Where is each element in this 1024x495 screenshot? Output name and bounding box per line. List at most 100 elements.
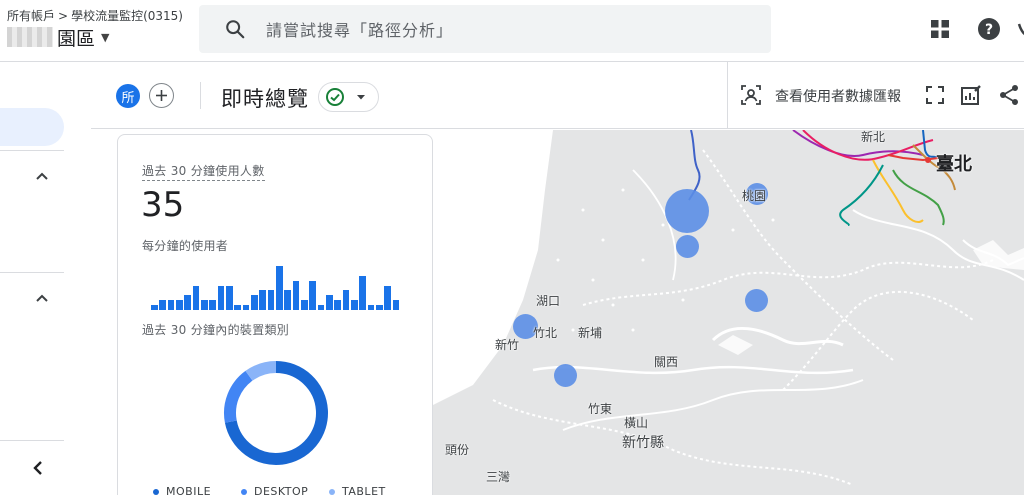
map-dot-hsinchu[interactable] xyxy=(554,364,577,387)
share-icon[interactable] xyxy=(997,83,1021,107)
per-minute-bar[interactable] xyxy=(201,300,208,310)
per-minute-bar[interactable] xyxy=(267,290,275,310)
caret-down-icon: ▼ xyxy=(101,30,110,44)
search-placeholder: 請嘗試搜尋「路徑分析」 xyxy=(266,21,454,40)
chevron-left-icon[interactable] xyxy=(30,460,46,476)
per-minute-bar[interactable] xyxy=(234,305,242,310)
report-header: 所 即時總覽 查看使用者數據匯報 xyxy=(91,62,1024,129)
legend-mobile: MOBILE xyxy=(153,485,211,495)
per-minute-bar[interactable] xyxy=(376,305,383,310)
chevron-up-icon[interactable] xyxy=(34,291,50,307)
realtime-map[interactable]: 新北 臺北 桃園 湖口 竹北 新埔 新竹 關西 竹東 橫山 新竹縣 頭份 三灣 xyxy=(433,130,1024,495)
place-label: 新竹 xyxy=(495,338,520,352)
breadcrumb-account[interactable]: 所有帳戶 xyxy=(7,9,55,23)
per-minute-bar[interactable] xyxy=(159,300,167,310)
per-minute-bar[interactable] xyxy=(242,305,250,310)
account-icon[interactable] xyxy=(1016,20,1024,40)
left-navigation xyxy=(0,62,91,495)
per-minute-bar[interactable] xyxy=(342,290,350,310)
per-minute-bar[interactable] xyxy=(226,285,233,310)
device-donut-chart[interactable] xyxy=(223,360,329,466)
per-minute-bar[interactable] xyxy=(301,300,308,310)
per-minute-bar[interactable] xyxy=(317,305,325,310)
legend-dot xyxy=(153,488,159,495)
per-minute-label: 每分鐘的使用者 xyxy=(142,239,229,253)
help-icon[interactable]: ? xyxy=(977,17,1001,41)
per-minute-bar[interactable] xyxy=(284,290,292,310)
place-label: 竹東 xyxy=(588,402,613,416)
per-minute-bar[interactable] xyxy=(292,280,300,310)
map-canvas xyxy=(433,130,1024,495)
breadcrumb-property[interactable]: 學校流量監控(0315) xyxy=(71,9,183,23)
actions-divider xyxy=(727,62,728,129)
place-label: 湖口 xyxy=(536,294,561,308)
per-minute-bar[interactable] xyxy=(151,305,158,310)
legend-label: TABLET xyxy=(342,485,386,495)
per-minute-bar[interactable] xyxy=(367,305,375,310)
place-label: 三灣 xyxy=(486,470,511,484)
per-minute-bar[interactable] xyxy=(217,285,225,310)
per-minute-bar[interactable] xyxy=(276,266,283,310)
chevron-up-icon[interactable] xyxy=(34,169,50,185)
add-comparison-button[interactable] xyxy=(149,83,174,108)
property-name: 園區 xyxy=(57,27,96,50)
place-label: 桃園 xyxy=(742,189,767,203)
per-minute-bar[interactable] xyxy=(359,275,367,310)
caret-down-icon xyxy=(357,95,365,100)
property-selector[interactable]: 園區 ▼ xyxy=(7,25,110,50)
donut-slice-tablet[interactable] xyxy=(245,361,277,381)
per-minute-bar-chart[interactable] xyxy=(151,260,401,310)
per-minute-bar[interactable] xyxy=(251,295,258,310)
per-minute-bar[interactable] xyxy=(259,290,267,310)
place-label: 關西 xyxy=(654,355,679,369)
redacted-text xyxy=(7,27,53,47)
place-label: 頭份 xyxy=(445,443,470,457)
place-label: 臺北 xyxy=(936,154,972,175)
donut-slice-desktop[interactable] xyxy=(224,370,253,423)
place-label: 竹北 xyxy=(533,326,558,340)
map-dot-taoyuan-small[interactable] xyxy=(676,235,699,258)
users-metric-label[interactable]: 過去 30 分鐘使用人數 xyxy=(142,162,265,181)
check-circle-icon xyxy=(326,88,344,106)
per-minute-bar[interactable] xyxy=(176,300,183,310)
device-category-label: 過去 30 分鐘內的裝置類別 xyxy=(142,323,290,337)
top-bar: 所有帳戶 > 學校流量監控(0315) 園區 ▼ 請嘗試搜尋「路徑分析」 ? xyxy=(0,0,1024,62)
search-bar[interactable]: 請嘗試搜尋「路徑分析」 xyxy=(199,5,771,53)
fullscreen-icon[interactable] xyxy=(923,83,947,107)
nav-divider xyxy=(0,150,64,151)
header-divider xyxy=(200,82,201,109)
map-dot-longtan[interactable] xyxy=(745,289,768,312)
edit-report-icon[interactable] xyxy=(959,83,983,107)
per-minute-bar[interactable] xyxy=(167,300,175,310)
svg-text:?: ? xyxy=(985,22,993,38)
breadcrumb-separator: > xyxy=(58,9,69,23)
per-minute-bar[interactable] xyxy=(351,300,358,310)
data-quality-status-button[interactable] xyxy=(318,82,379,112)
nav-item-active[interactable] xyxy=(0,108,64,146)
place-label: 新竹縣 xyxy=(622,435,664,451)
place-label: 橫山 xyxy=(624,416,649,430)
breadcrumb: 所有帳戶 > 學校流量監控(0315) xyxy=(7,7,183,24)
map-dot-taoyuan-large[interactable] xyxy=(665,189,709,233)
per-minute-bar[interactable] xyxy=(309,280,317,310)
per-minute-bar[interactable] xyxy=(184,295,192,310)
legend-label: MOBILE xyxy=(166,485,212,495)
per-minute-bar[interactable] xyxy=(209,300,217,310)
per-minute-bar[interactable] xyxy=(384,285,392,310)
legend-desktop: DESKTOP xyxy=(241,485,308,495)
legend-dot xyxy=(329,488,335,495)
view-user-snapshot-link[interactable]: 查看使用者數據匯報 xyxy=(775,86,901,106)
user-snapshot-icon[interactable] xyxy=(739,83,763,107)
per-minute-bar[interactable] xyxy=(326,295,333,310)
search-icon xyxy=(226,20,245,39)
nav-divider xyxy=(0,440,64,441)
page-title: 即時總覽 xyxy=(221,87,309,111)
per-minute-bar[interactable] xyxy=(192,285,200,310)
place-label: 新埔 xyxy=(578,326,603,340)
per-minute-bar[interactable] xyxy=(334,300,342,310)
apps-grid-icon[interactable] xyxy=(928,17,952,41)
segment-chip-all[interactable]: 所 xyxy=(116,84,140,108)
legend-dot xyxy=(241,488,247,495)
legend-label: DESKTOP xyxy=(254,485,309,495)
per-minute-bar[interactable] xyxy=(392,300,400,310)
